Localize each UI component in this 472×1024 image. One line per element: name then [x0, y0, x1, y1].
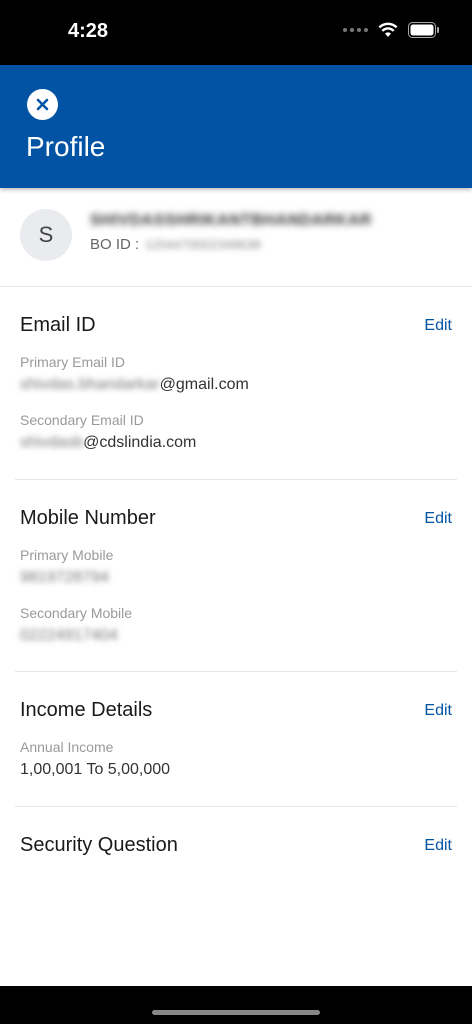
primary-mobile-value: 9819728794	[20, 569, 109, 586]
security-section: Security Question Edit	[0, 806, 472, 886]
status-icons	[343, 22, 440, 38]
income-section: Income Details Edit Annual Income 1,00,0…	[0, 671, 472, 806]
close-icon	[36, 98, 49, 111]
edit-email-button[interactable]: Edit	[424, 317, 452, 335]
status-time: 4:28	[68, 20, 109, 42]
bo-id-row: BO ID : 1204470002349638	[90, 236, 261, 253]
primary-email-value: shivdas.bhandarkar@gmail.com	[20, 376, 249, 394]
header: Profile	[0, 65, 472, 188]
battery-icon	[408, 22, 440, 38]
email-section: Email ID Edit Primary Email ID shivdas.b…	[0, 286, 472, 479]
edit-security-button[interactable]: Edit	[424, 837, 452, 855]
primary-mobile-label: Primary Mobile	[20, 547, 114, 563]
bo-id-label: BO ID :	[90, 236, 140, 253]
primary-email-domain: @gmail.com	[159, 376, 249, 393]
income-section-title: Income Details	[20, 699, 153, 721]
secondary-email-label: Secondary Email ID	[20, 412, 144, 428]
avatar: S	[20, 209, 72, 261]
secondary-email-user: shivdasb	[20, 434, 84, 451]
primary-email-label: Primary Email ID	[20, 354, 126, 370]
secondary-mobile-value: 02224917404	[20, 627, 118, 644]
mobile-section-title: Mobile Number	[20, 507, 156, 529]
cellular-signal-icon	[343, 28, 368, 32]
home-indicator[interactable]	[152, 1010, 320, 1015]
secondary-email-value: shivdasb@cdslindia.com	[20, 434, 196, 452]
user-name: SHIVDASSHRIKANTBHANDARKAR	[90, 212, 372, 229]
page-title: Profile	[26, 131, 106, 162]
wifi-icon	[378, 22, 398, 38]
mobile-section: Mobile Number Edit Primary Mobile 981972…	[0, 479, 472, 671]
profile-summary: S SHIVDASSHRIKANTBHANDARKAR BO ID : 1204…	[0, 188, 472, 286]
annual-income-value: 1,00,001 To 5,00,000	[20, 761, 171, 778]
annual-income-label: Annual Income	[20, 739, 114, 755]
secondary-email-domain: @cdslindia.com	[83, 434, 197, 451]
status-bar: 4:28	[0, 0, 472, 65]
close-button[interactable]	[27, 89, 58, 120]
security-section-title: Security Question	[20, 834, 178, 856]
home-bar	[0, 986, 472, 1024]
bo-id-value: 1204470002349638	[145, 237, 261, 252]
primary-email-user: shivdas.bhandarkar	[20, 376, 160, 393]
edit-income-button[interactable]: Edit	[424, 702, 452, 720]
secondary-mobile-label: Secondary Mobile	[20, 605, 133, 621]
edit-mobile-button[interactable]: Edit	[424, 510, 452, 528]
email-section-title: Email ID	[20, 314, 96, 336]
